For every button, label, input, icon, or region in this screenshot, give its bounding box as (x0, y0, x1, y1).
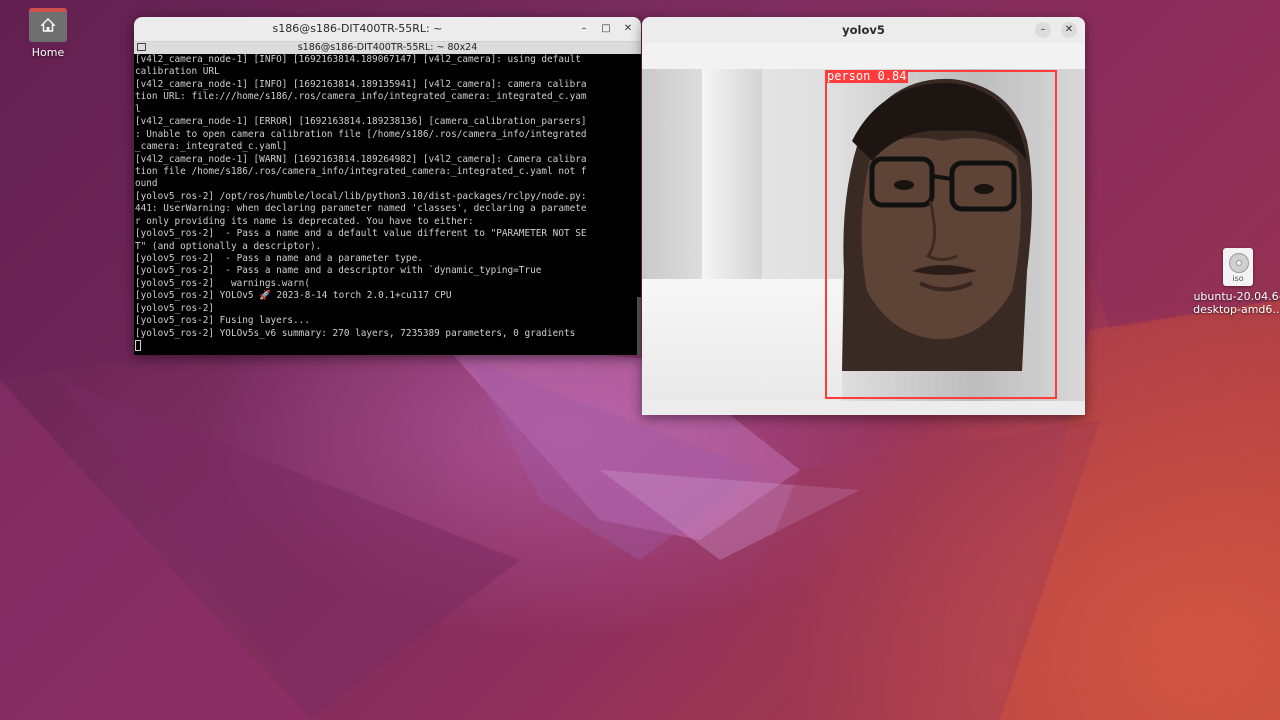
terminal-line: tion URL: file:///home/s186/.ros/camera_… (135, 91, 587, 103)
terminal-line: [v4l2_camera_node-1] [WARN] [1692163814.… (135, 153, 587, 165)
maximize-button[interactable]: □ (599, 22, 613, 36)
terminal-line: [yolov5_ros-2] - Pass a name and a param… (135, 253, 423, 264)
terminal-subtitle: s186@s186-DIT400TR-55RL: ~ 80x24 (297, 42, 478, 53)
terminal-window[interactable]: s186@s186-DIT400TR-55RL: ~ – □ ✕ s186@s1… (134, 17, 641, 355)
iso-file-name-line2: desktop-amd6... (1193, 303, 1280, 316)
terminal-scrollbar[interactable] (637, 297, 641, 355)
terminal-line: l (135, 103, 141, 115)
terminal-line: 441: UserWarning: when declaring paramet… (135, 203, 587, 215)
home-folder-icon[interactable]: Home (18, 6, 78, 59)
terminal-line: [yolov5_ros-2] - Pass a name and a descr… (135, 265, 542, 277)
terminal-output[interactable]: [v4l2_camera_node-1] [INFO] [1692163814.… (134, 54, 641, 353)
disc-icon: iso (1223, 248, 1253, 286)
background-wall (642, 279, 842, 401)
terminal-line: [v4l2_camera_node-1] [INFO] [1692163814.… (135, 78, 587, 90)
terminal-prompt[interactable] (135, 340, 641, 352)
terminal-cursor (135, 340, 141, 352)
terminal-line: tion file /home/s186/.ros/camera_info/in… (135, 165, 587, 177)
iso-file-name-line1: ubuntu-20.04.6- (1193, 290, 1280, 303)
terminal-line: [yolov5_ros-2] /opt/ros/humble/local/lib… (135, 190, 587, 202)
terminal-line: [v4l2_camera_node-1] [INFO] [1692163814.… (135, 54, 581, 65)
iso-file-icon[interactable]: iso ubuntu-20.04.6- desktop-amd6... (1192, 248, 1280, 316)
iso-badge: iso (1232, 274, 1244, 283)
folder-icon (29, 8, 67, 42)
home-label: Home (31, 46, 65, 59)
yolov5-window[interactable]: yolov5 – ✕ person 0.84 (642, 17, 1085, 415)
detection-bounding-box (825, 70, 1057, 399)
terminal-line: [v4l2_camera_node-1] [ERROR] [1692163814… (135, 116, 587, 128)
terminal-line: T" (and optionally a descriptor). (135, 240, 322, 252)
minimize-button[interactable]: – (577, 22, 591, 36)
terminal-line: calibration URL (135, 66, 220, 78)
close-button[interactable]: ✕ (1061, 22, 1077, 38)
minimize-button[interactable]: – (1035, 22, 1051, 38)
terminal-inner-titlebar: s186@s186-DIT400TR-55RL: ~ 80x24 (134, 42, 641, 54)
terminal-line: [yolov5_ros-2] YOLOv5s_v6 summary: 270 l… (135, 327, 576, 339)
terminal-line: [yolov5_ros-2] - Pass a name and a defau… (135, 228, 587, 240)
terminal-line: _camera:_integrated_c.yaml] (135, 141, 288, 153)
terminal-titlebar[interactable]: s186@s186-DIT400TR-55RL: ~ – □ ✕ (134, 17, 641, 42)
terminal-line: [yolov5_ros-2] YOLOv5 🚀 2023-8-14 torch … (135, 290, 452, 302)
detection-label: person 0.84 (825, 69, 909, 83)
terminal-line: : Unable to open camera calibration file… (135, 128, 587, 140)
yolov5-titlebar[interactable]: yolov5 – ✕ (642, 17, 1085, 43)
terminal-line: ound (135, 178, 158, 190)
terminal-line: [yolov5_ros-2] Fusing layers... (135, 315, 310, 327)
camera-frame: person 0.84 (642, 69, 1085, 401)
close-button[interactable]: ✕ (621, 22, 635, 36)
terminal-title: s186@s186-DIT400TR-55RL: ~ (272, 22, 443, 35)
yolov5-statusbar (642, 401, 1085, 415)
terminal-line: [yolov5_ros-2] warnings.warn( (135, 277, 310, 289)
terminal-line: r only providing its name is deprecated.… (135, 215, 474, 227)
yolov5-title: yolov5 (842, 23, 885, 37)
terminal-line: [yolov5_ros-2] (135, 302, 215, 314)
